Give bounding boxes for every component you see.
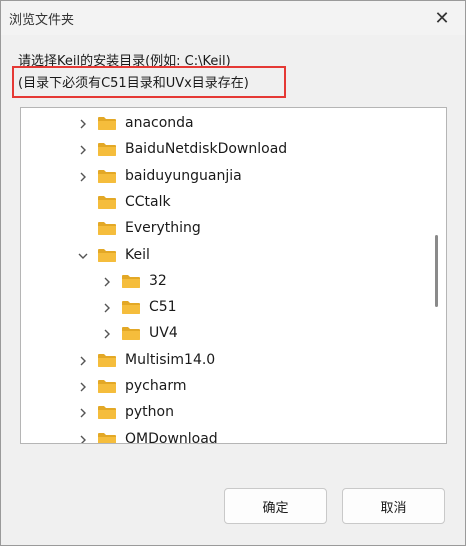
tree-item[interactable]: C51 [21,295,426,321]
tree-item[interactable]: baiduyunguanjia [21,164,426,190]
folder-icon [97,405,117,420]
folder-icon [121,300,141,315]
close-button[interactable]: ✕ [419,1,465,35]
tree-item[interactable]: anaconda [21,111,426,137]
tree-item-label: Multisim14.0 [125,351,216,368]
tree-item-label: Everything [125,220,201,237]
tree-item-label: BaiduNetdiskDownload [125,141,288,158]
folder-icon [97,195,117,210]
folder-icon [121,326,141,341]
tree-item[interactable]: pycharm [21,374,426,400]
tree-item-label: python [125,404,174,421]
ok-button[interactable]: 确定 [224,488,327,524]
folder-icon [121,274,141,289]
title-bar: 浏览文件夹 ✕ [1,1,465,35]
tree-item[interactable]: UV4 [21,321,426,347]
instruction-line-2: (目录下必须有C51目录和UVx目录存在) [18,76,249,91]
folder-tree[interactable]: anaconda BaiduNetdiskDownload baiduyunguan… [20,107,447,444]
window-title: 浏览文件夹 [9,13,75,28]
tree-item[interactable]: python [21,400,426,426]
chevron-right-icon[interactable] [75,353,91,369]
tree-item-label: C51 [149,299,177,316]
folder-icon [97,379,117,394]
scrollbar-thumb[interactable] [435,235,438,307]
tree-item[interactable]: Everything [21,216,426,242]
instruction-line-1: 请选择Keil的安装目录(例如: C:\Keil) [18,54,231,69]
tree-item[interactable]: Multisim14.0 [21,348,426,374]
tree-item-label: anaconda [125,115,194,131]
chevron-right-icon[interactable] [75,116,91,132]
tree-item-label: baiduyunguanjia [125,167,242,184]
folder-icon [97,248,117,263]
folder-icon [97,142,117,157]
folder-icon [97,353,117,368]
tree-item-label: Keil [125,246,150,263]
tree-item-label: UV4 [149,325,178,342]
chevron-right-icon[interactable] [75,379,91,395]
chevron-right-icon[interactable] [75,142,91,158]
chevron-right-icon[interactable] [75,169,91,185]
folder-icon [97,116,117,131]
instruction-text: 请选择Keil的安装目录(例如: C:\Keil) (目录下必须有C51目录和U… [18,51,249,95]
chevron-right-icon[interactable] [75,432,91,443]
tree-item[interactable]: QMDownload [21,427,426,444]
chevron-right-icon[interactable] [99,326,115,342]
chevron-right-icon[interactable] [99,274,115,290]
tree-item-label: QMDownload [125,430,218,444]
folder-icon [97,169,117,184]
chevron-right-icon[interactable] [75,405,91,421]
chevron-down-icon[interactable] [75,248,91,264]
tree-item-label: CCtalk [125,193,171,210]
cancel-button[interactable]: 取消 [342,488,445,524]
tree-item-label: 32 [149,272,167,289]
tree-item[interactable]: CCtalk [21,190,426,216]
tree-item[interactable]: 32 [21,269,426,295]
tree-item[interactable]: Keil [21,243,426,269]
folder-icon [97,432,117,443]
folder-icon [97,221,117,236]
tree-item[interactable]: BaiduNetdiskDownload [21,137,426,163]
tree-item-label: pycharm [125,378,187,394]
chevron-right-icon[interactable] [99,300,115,316]
browse-folder-dialog: 浏览文件夹 ✕ 请选择Keil的安装目录(例如: C:\Keil) (目录下必须… [0,0,466,546]
